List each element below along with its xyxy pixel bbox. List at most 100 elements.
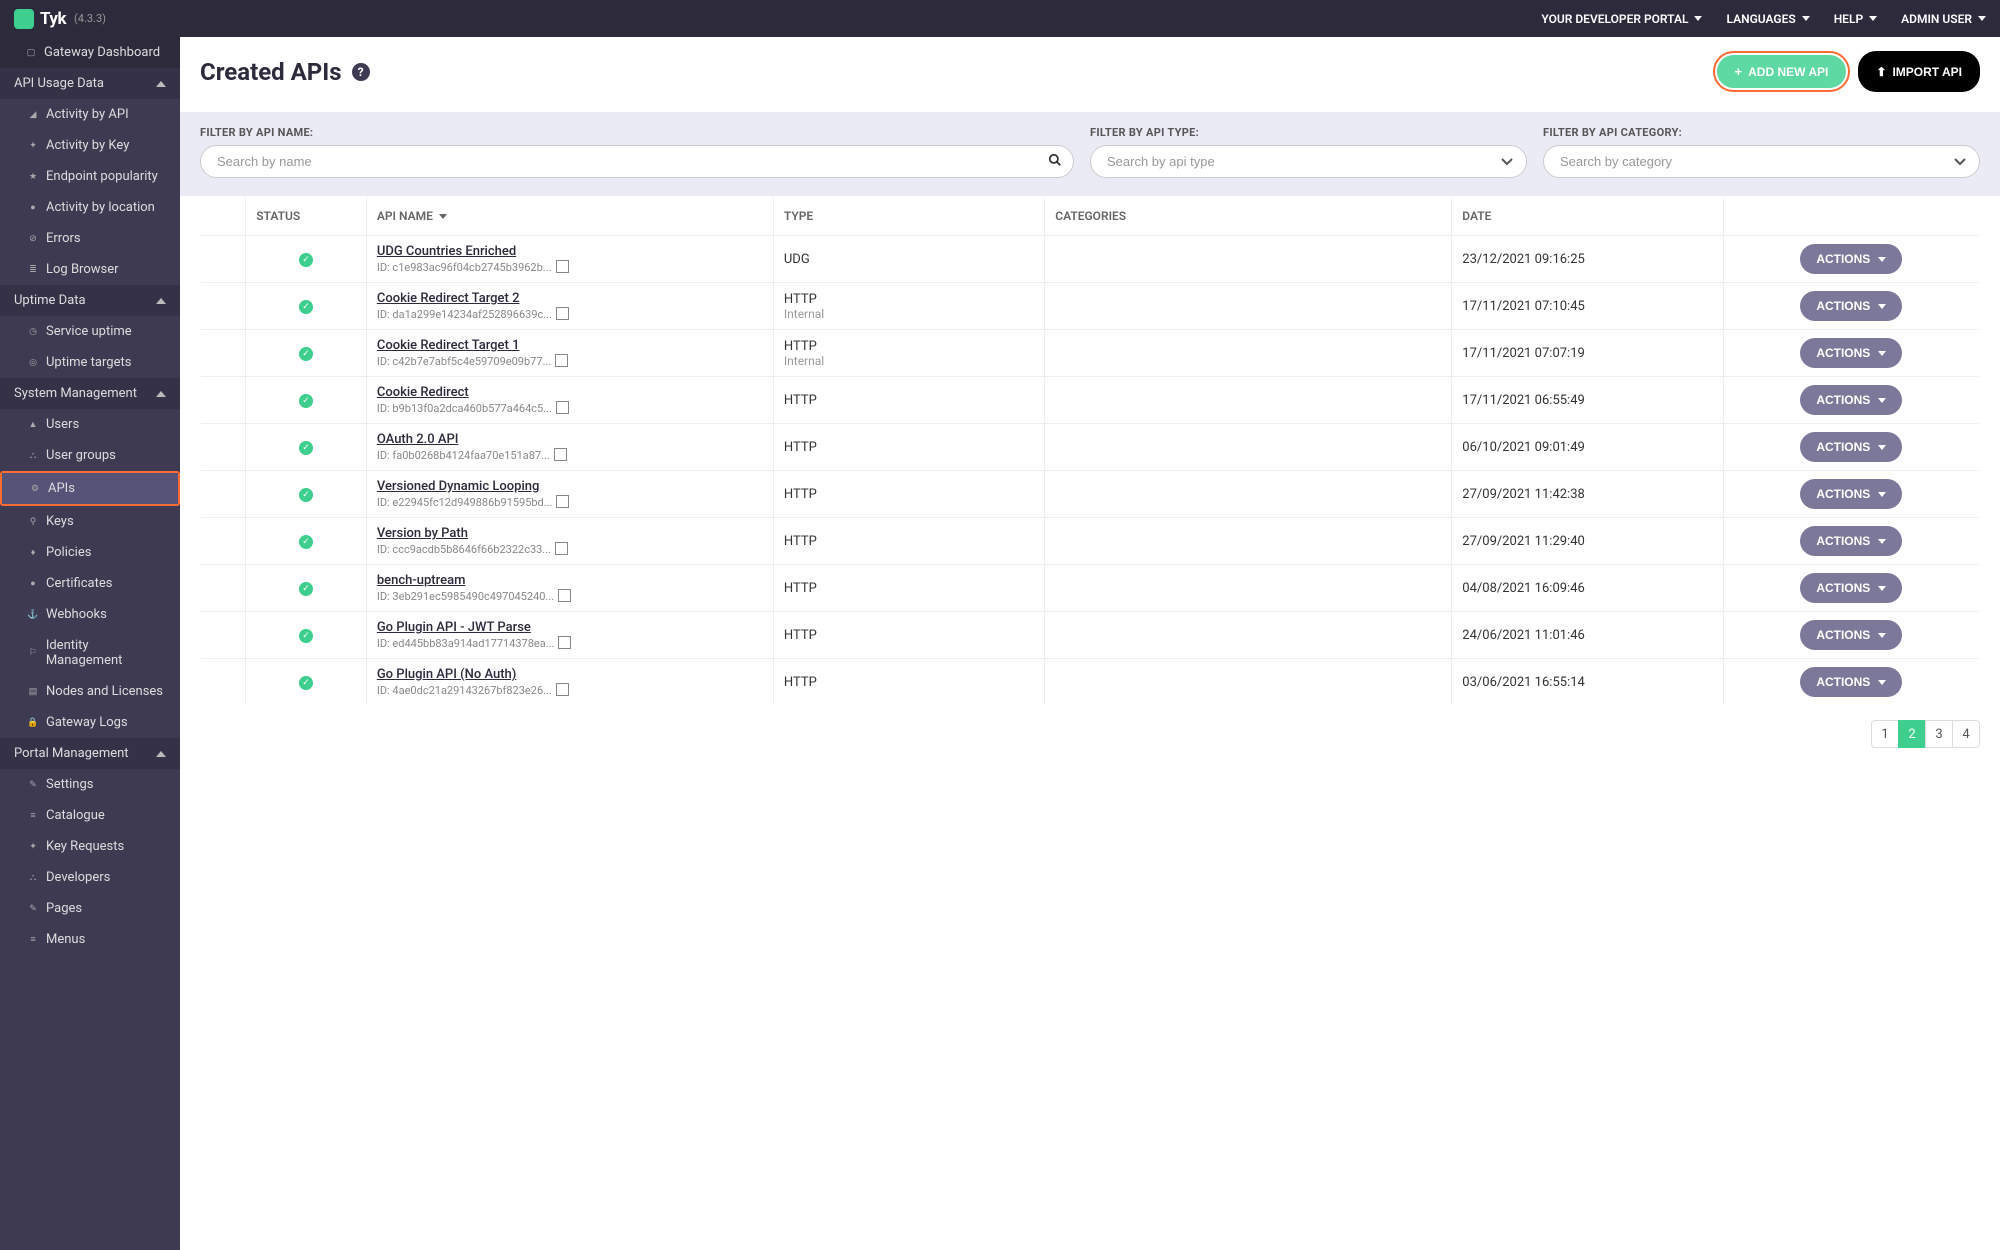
sidebar-item-webhooks[interactable]: ⚓Webhooks bbox=[0, 599, 180, 630]
copy-icon[interactable] bbox=[557, 544, 568, 555]
filter-type-select[interactable] bbox=[1090, 145, 1527, 178]
import-api-button[interactable]: ⬆ IMPORT API bbox=[1858, 51, 1980, 92]
sidebar-item-gateway-logs[interactable]: 🔒Gateway Logs bbox=[0, 707, 180, 738]
actions-button[interactable]: ACTIONS bbox=[1800, 385, 1902, 415]
add-new-api-highlight: + ADD NEW API bbox=[1713, 51, 1851, 92]
row-checkbox-cell[interactable] bbox=[201, 377, 246, 424]
sidebar-item-policies[interactable]: ♦Policies bbox=[0, 537, 180, 568]
date-cell: 23/12/2021 09:16:25 bbox=[1452, 236, 1723, 283]
sidebar-item-pages[interactable]: ✎Pages bbox=[0, 893, 180, 924]
page-button-1[interactable]: 1 bbox=[1871, 720, 1899, 748]
copy-icon[interactable] bbox=[558, 497, 569, 508]
sidebar-item-activity-api[interactable]: ◢Activity by API bbox=[0, 99, 180, 130]
date-cell: 17/11/2021 06:55:49 bbox=[1452, 377, 1723, 424]
sidebar-item-keys[interactable]: ⚲Keys bbox=[0, 506, 180, 537]
sidebar-item-menus[interactable]: ≡Menus bbox=[0, 924, 180, 955]
api-id: ID: ccc9acdb5b8646f66b2322c33... bbox=[377, 543, 763, 556]
actions-button[interactable]: ACTIONS bbox=[1800, 573, 1902, 603]
logo[interactable]: Tyk bbox=[14, 9, 66, 29]
actions-button[interactable]: ACTIONS bbox=[1800, 338, 1902, 368]
sidebar-item-activity-location[interactable]: ●Activity by location bbox=[0, 192, 180, 223]
nav-languages[interactable]: LANGUAGES bbox=[1726, 12, 1809, 26]
page-button-2[interactable]: 2 bbox=[1898, 720, 1926, 748]
row-checkbox-cell[interactable] bbox=[201, 659, 246, 706]
filter-category-select[interactable] bbox=[1543, 145, 1980, 178]
sidebar-item-key-requests[interactable]: ✦Key Requests bbox=[0, 831, 180, 862]
sidebar-section-system-management[interactable]: System Management bbox=[0, 378, 180, 409]
sidebar-item-catalogue[interactable]: ≡Catalogue bbox=[0, 800, 180, 831]
api-name-link[interactable]: Go Plugin API - JWT Parse bbox=[377, 620, 531, 635]
copy-icon[interactable] bbox=[560, 638, 571, 649]
copy-icon[interactable] bbox=[558, 262, 569, 273]
sidebar-item-developers[interactable]: ⛬Developers bbox=[0, 862, 180, 893]
row-checkbox-cell[interactable] bbox=[201, 283, 246, 330]
chevron-down-icon bbox=[1878, 680, 1886, 685]
date-cell: 27/09/2021 11:42:38 bbox=[1452, 471, 1723, 518]
sidebar-item-log-browser[interactable]: ≣Log Browser bbox=[0, 254, 180, 285]
add-new-api-button[interactable]: + ADD NEW API bbox=[1717, 55, 1847, 88]
sidebar-item-certificates[interactable]: ●Certificates bbox=[0, 568, 180, 599]
actions-button[interactable]: ACTIONS bbox=[1800, 432, 1902, 462]
actions-button[interactable]: ACTIONS bbox=[1800, 479, 1902, 509]
api-name-link[interactable]: OAuth 2.0 API bbox=[377, 432, 459, 447]
sidebar-item-activity-key[interactable]: ✦Activity by Key bbox=[0, 130, 180, 161]
page-button-4[interactable]: 4 bbox=[1952, 720, 1980, 748]
row-checkbox-cell[interactable] bbox=[201, 565, 246, 612]
api-name-link[interactable]: Cookie Redirect bbox=[377, 385, 469, 400]
actions-button[interactable]: ACTIONS bbox=[1800, 291, 1902, 321]
help-icon[interactable]: ? bbox=[352, 63, 370, 81]
sidebar-item-user-groups[interactable]: ⛬User groups bbox=[0, 440, 180, 471]
globe-icon: ● bbox=[28, 203, 38, 213]
actions-button[interactable]: ACTIONS bbox=[1800, 244, 1902, 274]
copy-icon[interactable] bbox=[556, 450, 567, 461]
nav-help[interactable]: HELP bbox=[1834, 12, 1877, 26]
sidebar-section-uptime[interactable]: Uptime Data bbox=[0, 285, 180, 316]
api-name-link[interactable]: bench-uptream bbox=[377, 573, 466, 588]
sidebar-item-errors[interactable]: ⊘Errors bbox=[0, 223, 180, 254]
actions-button[interactable]: ACTIONS bbox=[1800, 667, 1902, 697]
nav-admin-user[interactable]: ADMIN USER bbox=[1901, 12, 1986, 26]
row-checkbox-cell[interactable] bbox=[201, 518, 246, 565]
categories-cell bbox=[1045, 424, 1452, 471]
search-icon[interactable] bbox=[1048, 153, 1062, 171]
api-id: ID: c1e983ac96f04cb2745b3962b... bbox=[377, 261, 763, 274]
copy-icon[interactable] bbox=[558, 685, 569, 696]
sidebar-item-service-uptime[interactable]: ◷Service uptime bbox=[0, 316, 180, 347]
copy-icon[interactable] bbox=[558, 309, 569, 320]
row-checkbox-cell[interactable] bbox=[201, 330, 246, 377]
api-name-link[interactable]: Version by Path bbox=[377, 526, 468, 541]
row-checkbox-cell[interactable] bbox=[201, 236, 246, 283]
sidebar-item-apis[interactable]: ⚙APIs bbox=[2, 473, 178, 504]
sidebar-item-settings[interactable]: ✎Settings bbox=[0, 769, 180, 800]
actions-button[interactable]: ACTIONS bbox=[1800, 526, 1902, 556]
api-name-link[interactable]: Cookie Redirect Target 1 bbox=[377, 338, 520, 353]
row-checkbox-cell[interactable] bbox=[201, 612, 246, 659]
api-name-link[interactable]: Go Plugin API (No Auth) bbox=[377, 667, 517, 682]
sidebar-item-uptime-targets[interactable]: ◎Uptime targets bbox=[0, 347, 180, 378]
copy-icon[interactable] bbox=[557, 356, 568, 367]
sidebar-item-users[interactable]: ▲Users bbox=[0, 409, 180, 440]
api-name-cell: bench-uptreamID: 3eb291ec5985490c4970452… bbox=[366, 565, 773, 612]
row-checkbox-cell[interactable] bbox=[201, 471, 246, 518]
api-name-link[interactable]: UDG Countries Enriched bbox=[377, 244, 516, 259]
sidebar-item-gateway-dashboard[interactable]: ▢ Gateway Dashboard bbox=[0, 37, 180, 68]
actions-button[interactable]: ACTIONS bbox=[1800, 620, 1902, 650]
sidebar-section-portal-management[interactable]: Portal Management bbox=[0, 738, 180, 769]
column-api-name[interactable]: API NAME bbox=[366, 197, 773, 236]
row-checkbox-cell[interactable] bbox=[201, 424, 246, 471]
table-row: ✓Version by PathID: ccc9acdb5b8646f66b23… bbox=[201, 518, 1980, 565]
sidebar-item-endpoint-popularity[interactable]: ★Endpoint popularity bbox=[0, 161, 180, 192]
column-date: DATE bbox=[1452, 197, 1723, 236]
sidebar-item-identity-management[interactable]: ⚐Identity Management bbox=[0, 630, 180, 676]
copy-icon[interactable] bbox=[560, 591, 571, 602]
api-name-link[interactable]: Cookie Redirect Target 2 bbox=[377, 291, 520, 306]
filter-name-input[interactable] bbox=[200, 145, 1074, 178]
sidebar-section-api-usage[interactable]: API Usage Data bbox=[0, 68, 180, 99]
nav-developer-portal[interactable]: YOUR DEVELOPER PORTAL bbox=[1541, 12, 1702, 26]
copy-icon[interactable] bbox=[558, 403, 569, 414]
api-name-link[interactable]: Versioned Dynamic Looping bbox=[377, 479, 540, 494]
sidebar-item-nodes-licenses[interactable]: ▤Nodes and Licenses bbox=[0, 676, 180, 707]
api-id: ID: 4ae0dc21a29143267bf823e26... bbox=[377, 684, 763, 697]
page-button-3[interactable]: 3 bbox=[1925, 720, 1953, 748]
status-ok-icon: ✓ bbox=[299, 582, 313, 596]
